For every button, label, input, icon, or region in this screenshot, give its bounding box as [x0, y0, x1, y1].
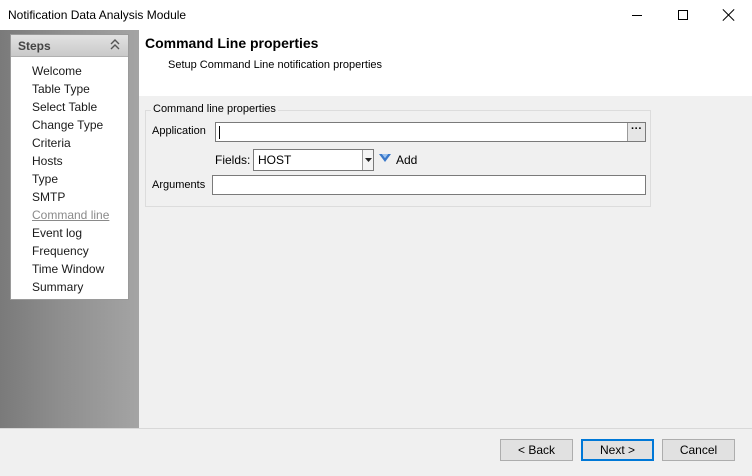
maximize-icon	[678, 10, 688, 20]
page-subtitle: Setup Command Line notification properti…	[168, 59, 383, 71]
add-field-label: Add	[396, 152, 418, 167]
close-icon	[723, 9, 735, 21]
arguments-label: Arguments	[152, 179, 206, 191]
dropdown-arrow-icon[interactable]	[362, 150, 373, 170]
maximize-button[interactable]	[660, 0, 706, 30]
step-item-time-window[interactable]: Time Window	[11, 260, 128, 278]
text-caret	[219, 126, 220, 139]
step-item-command-line[interactable]: Command line	[11, 206, 128, 224]
next-button[interactable]: Next >	[581, 439, 654, 461]
browse-button[interactable]: ···	[627, 123, 645, 141]
back-button[interactable]: < Back	[500, 439, 573, 461]
close-button[interactable]	[706, 0, 752, 30]
fields-selected-value: HOST	[258, 153, 292, 167]
window-title: Notification Data Analysis Module	[8, 8, 187, 22]
minimize-icon	[632, 14, 642, 16]
step-item-welcome[interactable]: Welcome	[11, 62, 128, 80]
step-item-table-type[interactable]: Table Type	[11, 80, 128, 98]
steps-header[interactable]: Steps	[11, 35, 128, 57]
step-item-criteria[interactable]: Criteria	[11, 134, 128, 152]
group-label: Command line properties	[151, 103, 278, 115]
step-item-smtp[interactable]: SMTP	[11, 188, 128, 206]
steps-box: Steps Welcome Table Type Select Table Ch…	[10, 34, 129, 300]
page-title: Command Line properties	[145, 35, 319, 51]
add-field-button[interactable]: Add	[378, 152, 417, 167]
application-input[interactable]: ···	[215, 122, 646, 142]
fields-select[interactable]: HOST	[253, 149, 374, 171]
page-header: Command Line properties Setup Command Li…	[139, 30, 752, 96]
chevron-double-up-icon[interactable]	[110, 39, 120, 51]
fields-label: Fields:	[215, 153, 251, 167]
command-line-properties-group: Command line properties Application ··· …	[145, 103, 651, 207]
add-arrow-icon	[378, 152, 392, 167]
step-item-hosts[interactable]: Hosts	[11, 152, 128, 170]
step-item-summary[interactable]: Summary	[11, 278, 128, 296]
step-item-type[interactable]: Type	[11, 170, 128, 188]
step-item-change-type[interactable]: Change Type	[11, 116, 128, 134]
main-content: Command line properties Application ··· …	[139, 96, 752, 428]
steps-list: Welcome Table Type Select Table Change T…	[11, 57, 128, 296]
arguments-input[interactable]	[212, 175, 646, 195]
minimize-button[interactable]	[614, 0, 660, 30]
wizard-footer: < Back Next > Cancel	[0, 428, 752, 476]
step-item-event-log[interactable]: Event log	[11, 224, 128, 242]
step-item-frequency[interactable]: Frequency	[11, 242, 128, 260]
application-label: Application	[152, 125, 206, 137]
steps-panel: Steps Welcome Table Type Select Table Ch…	[0, 30, 139, 428]
step-item-select-table[interactable]: Select Table	[11, 98, 128, 116]
cancel-button[interactable]: Cancel	[662, 439, 735, 461]
steps-header-label: Steps	[18, 39, 51, 53]
title-bar: Notification Data Analysis Module	[0, 0, 752, 30]
